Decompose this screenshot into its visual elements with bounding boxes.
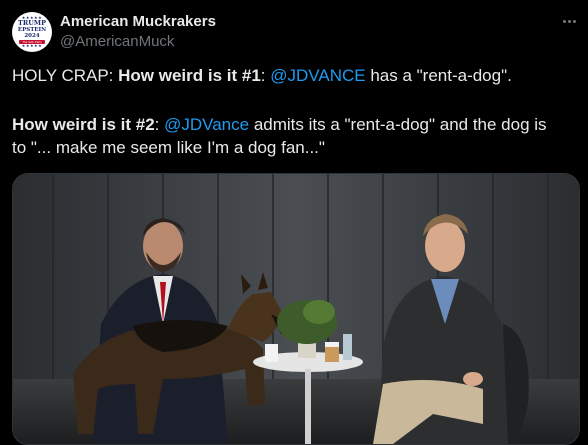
author-handle[interactable]: @AmericanMuck	[60, 33, 174, 51]
video-scene	[13, 174, 579, 444]
post-text-line-3: to "... make me seem like I'm a dog fan.…	[12, 137, 325, 159]
avatar-text-line1: TRUMP	[18, 19, 46, 27]
avatar-stars-bottom: ★★★★★	[21, 43, 43, 48]
post: ★★★★★ TRUMP EPSTEIN 2024 The Sick Party …	[0, 0, 588, 445]
post-text-bold: How weird is it #2	[12, 115, 155, 134]
post-text-sep: :	[260, 66, 271, 85]
post-text-line-3-content: to "... make me seem like I'm a dog fan.…	[12, 138, 325, 157]
post-text-lead: HOLY CRAP:	[12, 66, 119, 85]
post-text-rest: has a "rent-a-dog".	[365, 66, 512, 85]
mention-link[interactable]: @JDVANCE	[270, 66, 365, 85]
avatar-text-line3: 2024	[24, 33, 40, 39]
post-text-sep: :	[154, 115, 165, 134]
post-text-bold: How weird is it #1	[118, 66, 261, 85]
author-name[interactable]: American Muckrakers	[60, 13, 216, 31]
post-text-line-2: How weird is it #2: @JDVance admits its …	[12, 114, 547, 136]
more-options-icon[interactable]	[558, 10, 580, 32]
post-text-line-1: HOLY CRAP: How weird is it #1: @JDVANCE …	[12, 65, 512, 87]
video-thumbnail[interactable]	[12, 173, 580, 445]
avatar[interactable]: ★★★★★ TRUMP EPSTEIN 2024 The Sick Party …	[12, 12, 52, 52]
mention-link[interactable]: @JDVance	[164, 115, 249, 134]
post-text-rest: admits its a "rent-a-dog" and the dog is	[249, 115, 547, 134]
